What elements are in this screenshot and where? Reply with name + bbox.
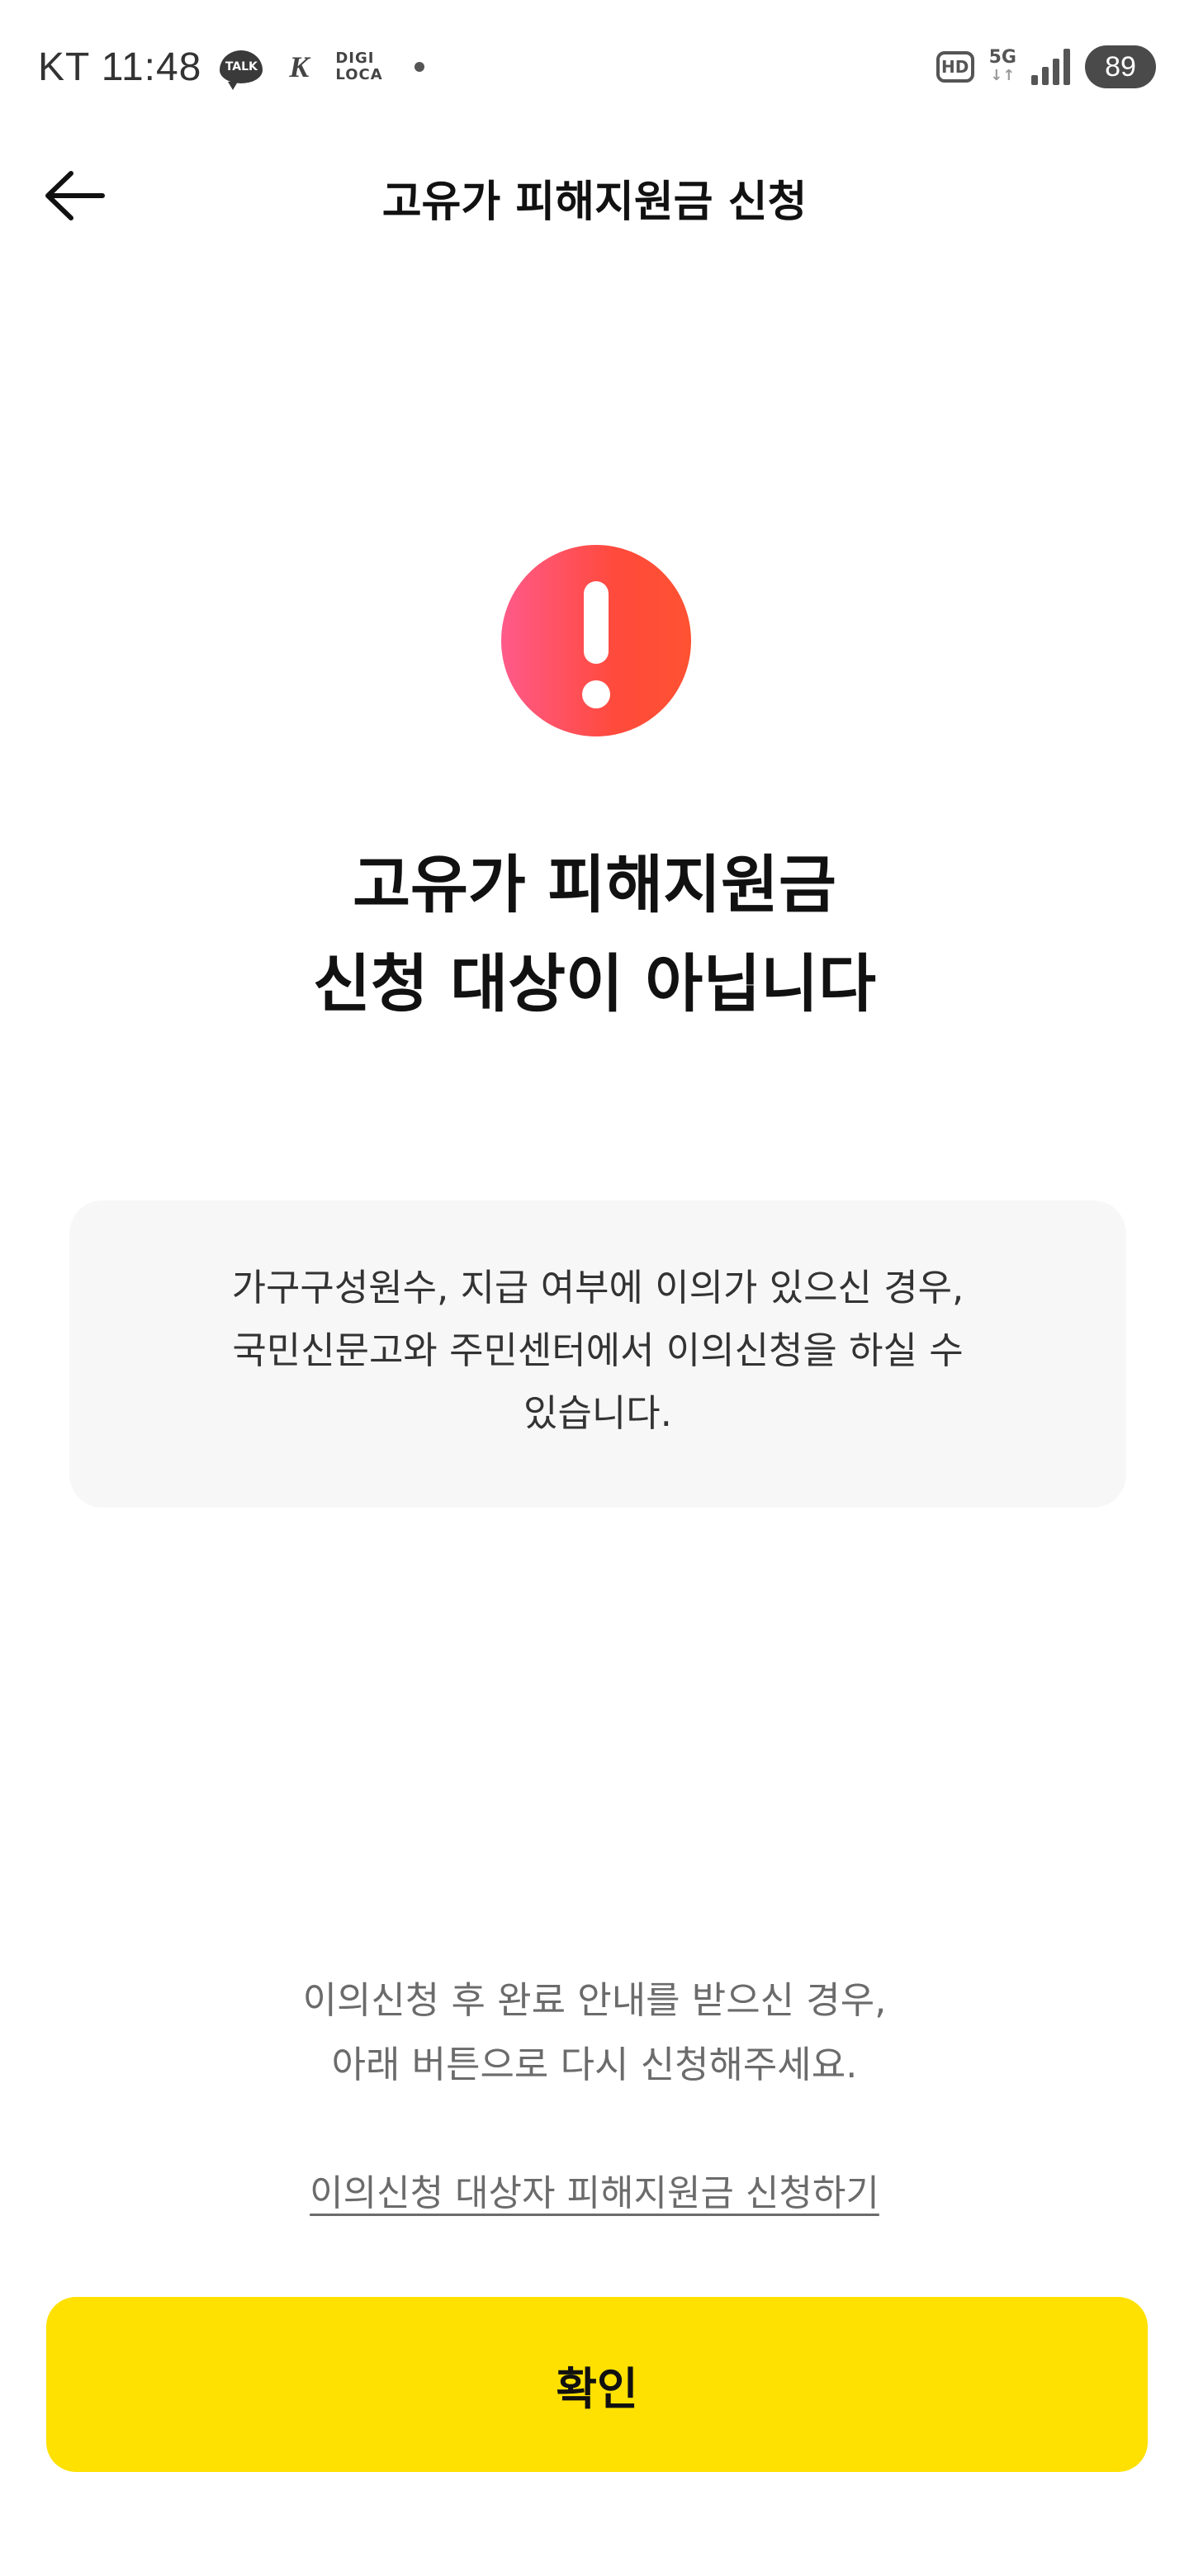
- info-line2: 국민신문고와 주민센터에서 이의신청을 하실 수: [232, 1328, 964, 1372]
- network-5g-icon: 5G ↓↑: [989, 49, 1016, 85]
- exclamation-alert-icon: [501, 545, 691, 736]
- result-title-line1: 고유가 피해지원금: [353, 848, 836, 921]
- carrier-time: KT 11:48: [38, 45, 202, 89]
- info-line3: 있습니다.: [523, 1391, 672, 1435]
- digi-line2: LOCA: [335, 66, 383, 83]
- objection-info-box: 가구구성원수, 지급 여부에 이의가 있으신 경우, 국민신문고와 주민센터에서…: [69, 1200, 1126, 1508]
- app-header: 고유가 피해지원금 신청: [0, 140, 1189, 248]
- objection-reapply-link[interactable]: 이의신청 대상자 피해지원금 신청하기: [310, 2172, 879, 2214]
- status-right: HD 5G ↓↑ 89: [936, 43, 1156, 91]
- retry-note-line2: 아래 버튼으로 다시 신청해주세요.: [331, 2043, 858, 2086]
- hd-voice-icon: HD: [936, 51, 974, 83]
- status-left: KT 11:48 TALK K DIGI LOCA: [38, 38, 424, 96]
- signal-strength-icon: [1031, 49, 1070, 85]
- result-title-line2: 신청 대상이 아닙니다: [312, 947, 877, 1020]
- battery-icon: 89: [1085, 45, 1156, 88]
- confirm-button[interactable]: 확인: [46, 2297, 1148, 2472]
- network-label: 5G: [988, 47, 1016, 68]
- status-bar: KT 11:48 TALK K DIGI LOCA HD 5G ↓↑ 89: [0, 0, 1189, 132]
- retry-note: 이의신청 후 완료 안내를 받으신 경우, 아래 버튼으로 다시 신청해주세요.: [0, 1968, 1189, 2097]
- page-title: 고유가 피해지원금 신청: [381, 178, 808, 227]
- info-line1: 가구구성원수, 지급 여부에 이의가 있으신 경우,: [231, 1266, 964, 1309]
- k1-notification-icon: K: [289, 50, 310, 83]
- retry-link-row: 이의신청 대상자 피해지원금 신청하기: [0, 2163, 1189, 2216]
- digi-line1: DIGI: [335, 50, 375, 67]
- digilocca-notification-icon: DIGI LOCA: [335, 50, 382, 83]
- data-arrows-icon: ↓↑: [990, 67, 1016, 84]
- retry-note-line1: 이의신청 후 완료 안내를 받으신 경우,: [302, 1978, 887, 2022]
- more-notifications-dot-icon: [414, 62, 424, 72]
- kakaotalk-notification-icon: TALK: [220, 50, 263, 90]
- result-title: 고유가 피해지원금 신청 대상이 아닙니다: [0, 836, 1189, 1034]
